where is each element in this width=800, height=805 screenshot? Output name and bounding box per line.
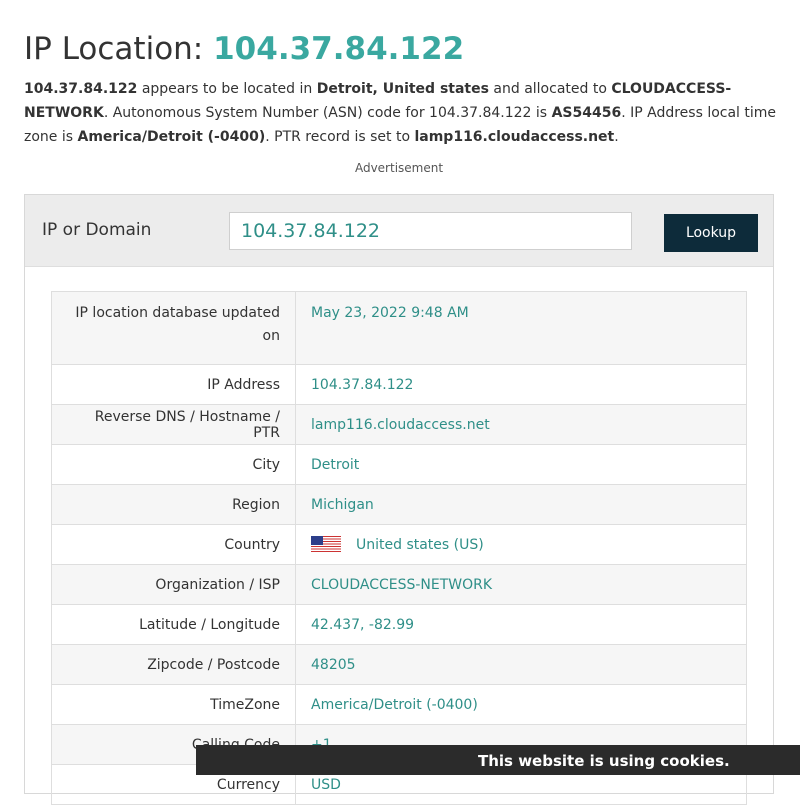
row-value: United states (US) <box>295 524 747 565</box>
ip-info-table: IP location database updated on May 23, 2… <box>51 291 747 805</box>
row-value: Michigan <box>295 484 747 525</box>
intro-paragraph: 104.37.84.122 appears to be located in D… <box>24 77 784 149</box>
row-value: 42.437, -82.99 <box>295 604 747 645</box>
row-key: TimeZone <box>51 684 296 725</box>
cookie-banner-text: This website is using cookies. <box>478 752 730 770</box>
row-key: IP Address <box>51 364 296 405</box>
row-value: Detroit <box>295 444 747 485</box>
table-row: Zipcode / Postcode 48205 <box>51 644 747 685</box>
intro-timezone: America/Detroit (-0400) <box>77 129 266 145</box>
intro-text: . Autonomous System Number (ASN) code fo… <box>103 105 552 121</box>
lookup-panel: IP or Domain Lookup IP location database… <box>24 194 774 805</box>
ip-domain-input[interactable] <box>229 212 632 250</box>
row-key: Reverse DNS / Hostname / PTR <box>51 404 296 445</box>
row-key: Country <box>51 524 296 565</box>
search-bar: IP or Domain Lookup <box>25 195 773 267</box>
page-title-prefix: IP Location: <box>24 30 204 67</box>
row-key: Organization / ISP <box>51 564 296 605</box>
intro-ptr: lamp116.cloudaccess.net <box>414 129 615 145</box>
page-title: IP Location: 104.37.84.122 <box>24 31 464 67</box>
table-row: Organization / ISP CLOUDACCESS-NETWORK <box>51 564 747 605</box>
advertisement-label: Advertisement <box>354 161 444 175</box>
row-key: IP location database updated on <box>51 291 296 365</box>
table-row: Region Michigan <box>51 484 747 525</box>
row-value: 48205 <box>295 644 747 685</box>
search-label: IP or Domain <box>42 220 152 240</box>
row-key: City <box>51 444 296 485</box>
row-value: lamp116.cloudaccess.net <box>295 404 747 445</box>
lookup-button[interactable]: Lookup <box>664 214 758 252</box>
intro-location: Detroit, United states <box>316 81 489 97</box>
row-key: Latitude / Longitude <box>51 604 296 645</box>
table-row: IP location database updated on May 23, 2… <box>51 291 747 365</box>
row-value: CLOUDACCESS-NETWORK <box>295 564 747 605</box>
intro-text: and allocated to <box>488 81 612 97</box>
row-value: America/Detroit (-0400) <box>295 684 747 725</box>
cookie-banner: This website is using cookies. <box>196 745 800 775</box>
table-row: Latitude / Longitude 42.437, -82.99 <box>51 604 747 645</box>
intro-asn: AS54456 <box>551 105 622 121</box>
row-key: Zipcode / Postcode <box>51 644 296 685</box>
country-value: United states (US) <box>356 537 484 553</box>
us-flag-icon <box>311 536 341 552</box>
intro-text: . PTR record is set to <box>265 129 415 145</box>
table-row: City Detroit <box>51 444 747 485</box>
table-row: IP Address 104.37.84.122 <box>51 364 747 405</box>
table-row: TimeZone America/Detroit (-0400) <box>51 684 747 725</box>
intro-ip: 104.37.84.122 <box>24 81 138 97</box>
row-value: 104.37.84.122 <box>295 364 747 405</box>
table-row: Reverse DNS / Hostname / PTR lamp116.clou… <box>51 404 747 445</box>
intro-text: appears to be located in <box>137 81 317 97</box>
page-title-ip: 104.37.84.122 <box>213 30 465 67</box>
table-row: Country United states (US) <box>51 524 747 565</box>
row-key: Region <box>51 484 296 525</box>
row-value: May 23, 2022 9:48 AM <box>295 291 747 365</box>
intro-text: . <box>614 129 619 145</box>
